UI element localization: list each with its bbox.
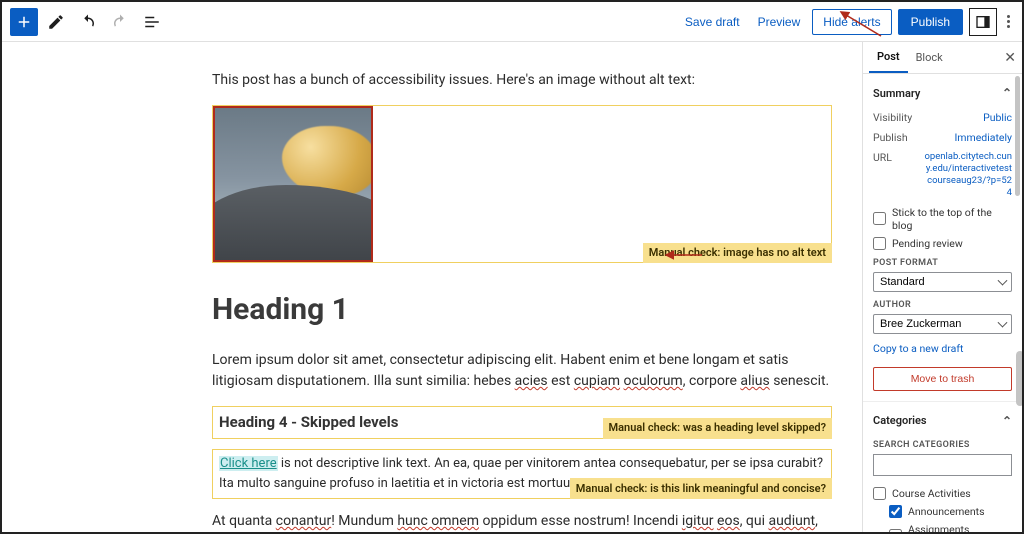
visibility-label: Visibility — [873, 111, 912, 124]
undo-button[interactable] — [74, 8, 102, 36]
plus-icon — [15, 13, 33, 31]
pencil-icon — [47, 13, 65, 31]
heading-1[interactable]: Heading 1 — [212, 287, 832, 332]
undo-icon — [79, 13, 97, 31]
chevron-up-icon: ⌃ — [1002, 414, 1012, 428]
move-to-trash-button[interactable]: Move to trash — [873, 367, 1012, 391]
topbar-left — [10, 8, 166, 36]
summary-panel: Summary ⌃ Visibility Public Publish Immedi… — [863, 74, 1022, 402]
more-menu-button[interactable] — [1003, 11, 1014, 32]
category-item[interactable]: Course Activities — [873, 487, 1012, 500]
author-select[interactable]: Bree Zuckerman — [873, 314, 1012, 334]
alert-link-meaningful[interactable]: Manual check: is this link meaningful an… — [570, 478, 832, 499]
heading-4-text: Heading 4 - Skipped levels — [219, 413, 398, 431]
settings-toggle-button[interactable] — [969, 8, 997, 36]
link-paragraph-block[interactable]: Click here is not descriptive link text.… — [212, 449, 832, 499]
close-sidebar-button[interactable]: ✕ — [1004, 50, 1016, 66]
visibility-value[interactable]: Public — [983, 111, 1012, 124]
copy-new-draft-link[interactable]: Copy to a new draft — [873, 342, 1012, 355]
publish-value[interactable]: Immediately — [954, 131, 1012, 144]
redo-button[interactable] — [106, 8, 134, 36]
topbar-right: Save draft Preview Hide alerts Publish — [679, 8, 1014, 36]
hide-alerts-button[interactable]: Hide alerts — [812, 9, 891, 35]
settings-sidebar: Post Block ✕ Summary ⌃ Visibility Public … — [862, 42, 1022, 532]
chevron-up-icon: ⌃ — [1002, 86, 1012, 100]
url-value[interactable]: openlab.citytech.cuny.edu/interactivetes… — [922, 151, 1012, 199]
image-block[interactable]: Manual check: image has no alt text — [212, 105, 832, 263]
post-format-select[interactable]: Standard — [873, 272, 1012, 292]
tab-block[interactable]: Block — [908, 43, 951, 72]
outline-icon — [143, 13, 161, 31]
search-categories-label: SEARCH CATEGORIES — [873, 440, 1012, 450]
document-outline-button[interactable] — [138, 8, 166, 36]
tab-post[interactable]: Post — [869, 42, 908, 73]
alert-image-alt[interactable]: Manual check: image has no alt text — [643, 243, 832, 264]
preview-button[interactable]: Preview — [752, 11, 807, 33]
nondeescriptive-link[interactable]: Click here — [219, 456, 278, 471]
add-block-button[interactable] — [10, 8, 38, 36]
url-label: URL — [873, 151, 892, 199]
editor-topbar: Save draft Preview Hide alerts Publish — [2, 2, 1022, 42]
paragraph-1[interactable]: Lorem ipsum dolor sit amet, consectetur … — [212, 350, 832, 392]
sidebar-tabs: Post Block ✕ — [863, 42, 1022, 74]
window-scrollbar[interactable] — [1016, 42, 1024, 532]
paragraph-2[interactable]: At quanta conantur! Mundum hunc omnem op… — [212, 511, 832, 532]
category-item[interactable]: Announcements — [889, 505, 1012, 518]
publish-label: Publish — [873, 131, 908, 144]
post-format-label: POST FORMAT — [873, 258, 1012, 268]
edit-mode-button[interactable] — [42, 8, 70, 36]
stick-checkbox[interactable]: Stick to the top of the blog — [873, 206, 1012, 232]
editor-canvas[interactable]: This post has a bunch of accessibility i… — [2, 42, 862, 532]
image-thumbnail[interactable] — [213, 106, 373, 262]
save-draft-button[interactable]: Save draft — [679, 11, 746, 33]
heading-4-block[interactable]: Heading 4 - Skipped levels Manual check:… — [212, 406, 832, 439]
categories-tree: Course Activities Announcements Assignment… — [873, 487, 1012, 533]
publish-button[interactable]: Publish — [898, 9, 963, 35]
category-item[interactable]: Assignments (Instructions) — [889, 523, 1012, 533]
pending-checkbox[interactable]: Pending review — [873, 237, 1012, 250]
categories-panel: Categories ⌃ SEARCH CATEGORIES Course Ac… — [863, 402, 1022, 533]
categories-panel-toggle[interactable]: Categories ⌃ — [873, 410, 1012, 432]
author-label: AUTHOR — [873, 300, 1012, 310]
alert-heading-skip[interactable]: Manual check: was a heading level skippe… — [603, 418, 832, 439]
redo-icon — [111, 13, 129, 31]
summary-panel-toggle[interactable]: Summary ⌃ — [873, 82, 1012, 104]
sidebar-icon — [975, 14, 991, 30]
search-categories-input[interactable] — [873, 454, 1012, 476]
intro-paragraph[interactable]: This post has a bunch of accessibility i… — [212, 70, 832, 91]
